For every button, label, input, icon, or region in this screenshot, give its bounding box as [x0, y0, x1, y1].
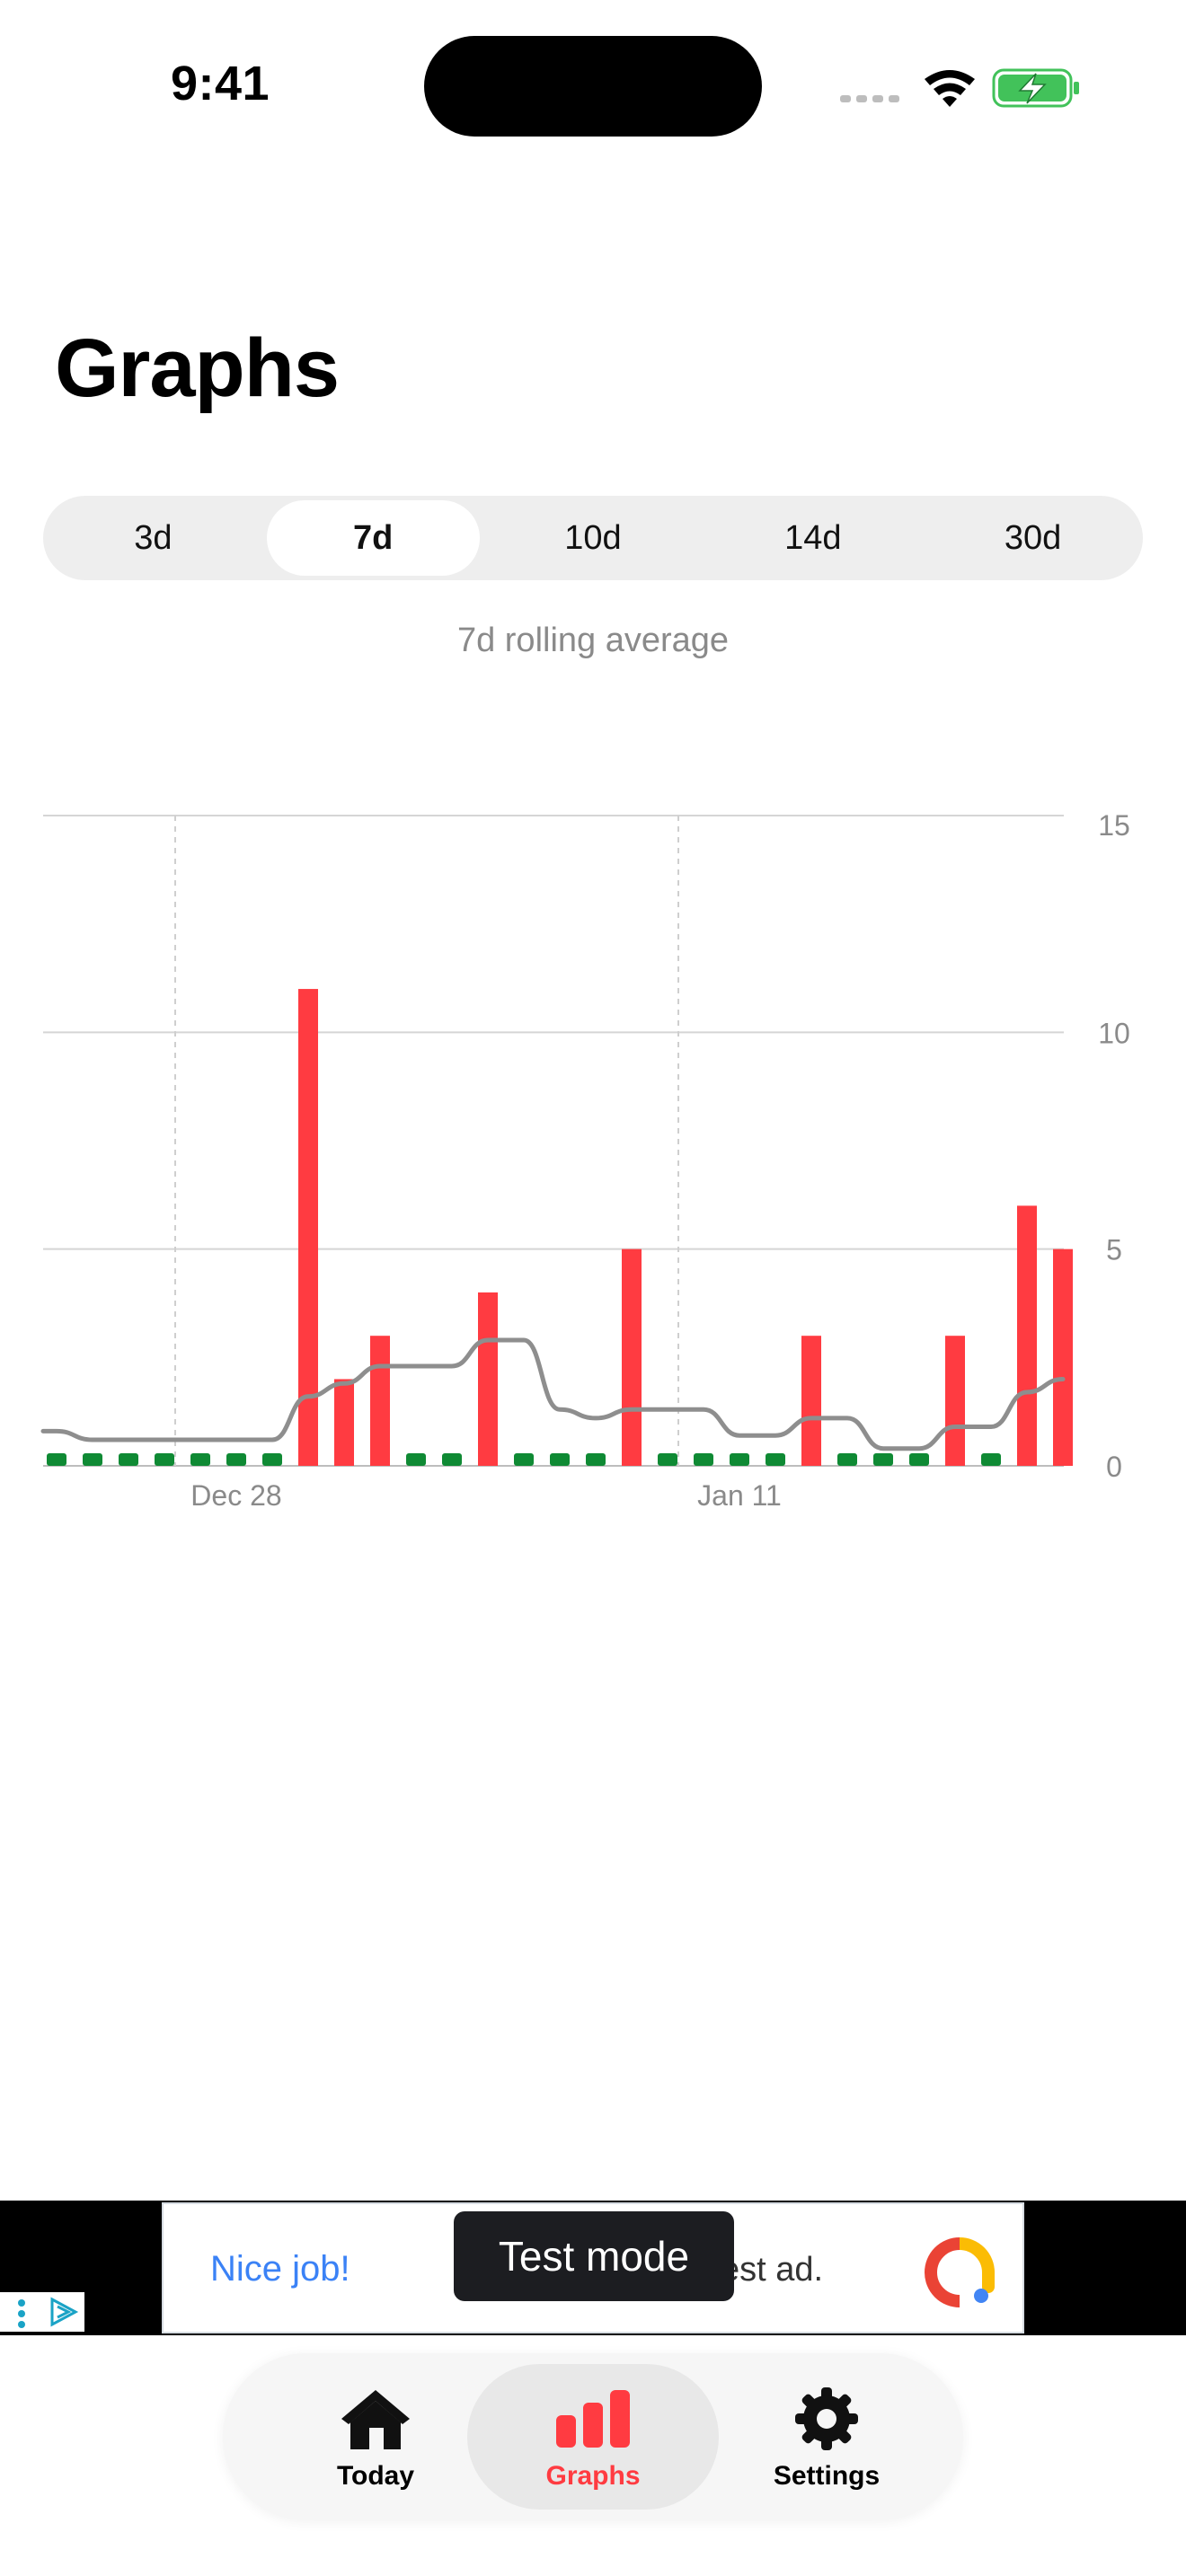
y-tick-label: 15: [1098, 809, 1130, 842]
bar: [801, 1336, 821, 1466]
status-time: 9:41: [171, 57, 270, 110]
page-title: Graphs: [55, 322, 340, 414]
rolling-average-line: [40, 1337, 1066, 1451]
dynamic-island: [424, 36, 762, 137]
house-icon: [338, 2384, 413, 2454]
bar-chart-icon: [553, 2384, 633, 2454]
bar-zero-marker: [190, 1453, 210, 1466]
bar: [622, 1248, 642, 1466]
bar-zero-marker: [694, 1453, 713, 1466]
bar: [370, 1336, 390, 1466]
tab-label-graphs: Graphs: [545, 2461, 641, 2491]
ad-body-text: est ad.: [721, 2251, 824, 2289]
bar-zero-marker: [514, 1453, 534, 1466]
bar-zero-marker: [586, 1453, 606, 1466]
bar-zero-marker: [119, 1453, 138, 1466]
y-tick-label: 0: [1106, 1451, 1122, 1483]
range-option-3d[interactable]: 3d: [47, 500, 260, 576]
bar: [334, 1379, 354, 1466]
bar-zero-marker: [47, 1453, 66, 1466]
chart-canvas: 15 10 5 0 Dec 28 Jan 11: [40, 809, 1130, 1512]
status-indicators: [840, 65, 1083, 110]
x-tick-label: Dec 28: [190, 1479, 281, 1512]
bar: [945, 1336, 965, 1466]
gear-icon: [793, 2384, 860, 2454]
bar-zero-marker: [226, 1453, 246, 1466]
bar-zero-marker: [550, 1453, 570, 1466]
bar-zero-marker: [873, 1453, 893, 1466]
bar: [1053, 1248, 1073, 1466]
range-option-7d[interactable]: 7d: [266, 500, 480, 576]
y-tick-label: 5: [1106, 1234, 1122, 1266]
bar: [1017, 1205, 1037, 1466]
bar-zero-marker: [442, 1453, 462, 1466]
tab-graphs[interactable]: Graphs: [467, 2364, 719, 2510]
battery-charging-icon: [992, 68, 1079, 108]
ad-logo-icon: [924, 2236, 996, 2313]
bar-zero-marker: [909, 1453, 929, 1466]
rolling-average-chart: 15 10 5 0 Dec 28 Jan 11: [0, 790, 1186, 1545]
range-option-30d[interactable]: 30d: [926, 500, 1139, 576]
wifi-icon: [925, 70, 975, 107]
bar-zero-marker: [155, 1453, 174, 1466]
bar-zero-marker: [406, 1453, 426, 1466]
bar: [478, 1292, 498, 1466]
y-tick-label: 10: [1098, 1017, 1130, 1049]
range-option-14d[interactable]: 14d: [706, 500, 919, 576]
bar-zero-marker: [766, 1453, 785, 1466]
tab-label-settings: Settings: [773, 2461, 881, 2491]
range-selector: 3d 7d 10d 14d 30d: [43, 496, 1143, 580]
cellular-signal-icon: [840, 95, 899, 102]
range-option-10d[interactable]: 10d: [487, 500, 700, 576]
ad-headline[interactable]: Nice job!: [210, 2249, 350, 2289]
bar-zero-marker: [262, 1453, 282, 1466]
x-tick-label: Jan 11: [697, 1479, 782, 1512]
tab-label-today: Today: [336, 2461, 415, 2491]
bar-zero-marker: [730, 1453, 749, 1466]
tab-today[interactable]: Today: [250, 2364, 501, 2510]
bar-zero-marker: [837, 1453, 857, 1466]
chart-subtitle: 7d rolling average: [456, 622, 730, 659]
tab-settings[interactable]: Settings: [701, 2364, 952, 2510]
tab-bar: Today Graphs Settings: [223, 2353, 963, 2520]
bar-zero-marker: [83, 1453, 102, 1466]
bar-zero-marker: [981, 1453, 1001, 1466]
test-mode-toast: Test mode: [454, 2211, 734, 2301]
ad-choices-icon[interactable]: [0, 2292, 84, 2332]
bar-zero-marker: [658, 1453, 677, 1466]
